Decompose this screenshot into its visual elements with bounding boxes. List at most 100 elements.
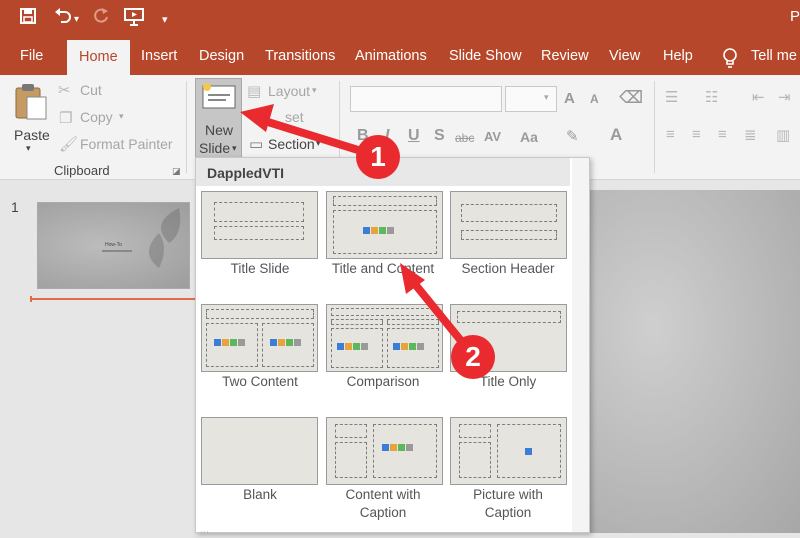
decrease-font-size-icon[interactable]: A xyxy=(590,92,599,106)
tab-review[interactable]: Review xyxy=(541,38,589,75)
increase-font-size-icon[interactable]: A xyxy=(564,90,575,107)
clear-formatting-icon[interactable]: ⌫ xyxy=(619,88,643,108)
font-name-box[interactable] xyxy=(350,86,502,112)
new-slide-label-line2: Slide xyxy=(199,140,231,156)
slide-thumbnail[interactable]: How-To xyxy=(37,202,190,289)
format-painter-button[interactable]: Format Painter xyxy=(80,136,173,152)
align-left-icon[interactable]: ≡ xyxy=(666,126,675,143)
undo-dropdown-icon[interactable]: ▾ xyxy=(74,10,79,30)
redo-icon xyxy=(93,8,109,29)
layout-picture-with-caption[interactable] xyxy=(450,417,567,485)
save-icon[interactable] xyxy=(20,8,36,29)
layout-two-content[interactable] xyxy=(201,304,318,372)
format-painter-icon: 🖌 xyxy=(59,136,79,153)
new-slide-gallery: DappledVTI Title Slide Title and Content… xyxy=(195,157,590,537)
bullets-icon[interactable]: ☰ xyxy=(665,88,678,106)
layout-comparison[interactable] xyxy=(326,304,443,372)
step-1-badge: 1 xyxy=(356,135,400,179)
new-slide-button[interactable]: New Slide ▾ xyxy=(195,78,242,158)
reset-icon: ⟲ xyxy=(247,109,260,126)
reset-button[interactable]: set xyxy=(285,109,304,125)
cut-icon: ✂ xyxy=(58,82,71,99)
present-from-start-icon[interactable] xyxy=(124,8,144,31)
ribbon-tabs: File Home Insert Design Transitions Anim… xyxy=(0,38,800,75)
layout-picture-with-caption-label-line1: Picture with xyxy=(473,487,543,502)
columns-icon[interactable]: ▥ xyxy=(776,126,790,144)
change-case-icon[interactable]: Aa xyxy=(520,129,538,145)
leaf-decoration xyxy=(149,208,181,268)
numbering-icon[interactable]: ☷ xyxy=(705,88,718,106)
layout-section-header[interactable] xyxy=(450,191,567,259)
layout-blank-label: Blank xyxy=(243,487,277,502)
undo-icon[interactable] xyxy=(54,8,72,29)
section-button[interactable]: Section xyxy=(268,136,315,152)
tab-file[interactable]: File xyxy=(20,38,43,75)
layout-two-content-label: Two Content xyxy=(222,374,298,389)
tell-me-search[interactable]: Tell me xyxy=(751,38,797,75)
theme-name: DappledVTI xyxy=(207,165,285,181)
clipboard-group-label: Clipboard xyxy=(54,163,110,178)
layout-picture-with-caption-label-line2: Caption xyxy=(484,505,532,520)
paste-icon xyxy=(15,84,47,120)
decrease-indent-icon[interactable]: ⇤ xyxy=(752,88,765,106)
layout-comparison-label: Comparison xyxy=(346,374,420,389)
copy-dropdown-icon: ▾ xyxy=(119,111,124,121)
new-slide-icon xyxy=(202,83,236,109)
font-size-box[interactable] xyxy=(505,86,557,112)
align-right-icon[interactable]: ≡ xyxy=(718,126,727,143)
strikethrough-icon[interactable]: abc xyxy=(455,131,474,145)
align-center-icon[interactable]: ≡ xyxy=(692,126,701,143)
clipboard-launcher-icon[interactable]: ◪ xyxy=(172,166,181,177)
paste-button[interactable]: Paste ▾ xyxy=(10,81,52,159)
layout-content-with-caption-label-line2: Caption xyxy=(359,505,407,520)
layout-content-with-caption[interactable] xyxy=(326,417,443,485)
layout-icon: ▤ xyxy=(247,83,262,100)
window-title-fragment: P xyxy=(789,8,800,25)
slide-thumbnail-title: How-To xyxy=(105,242,122,248)
underline-icon[interactable]: U xyxy=(408,127,420,145)
layout-title-slide-label: Title Slide xyxy=(230,261,290,276)
justify-icon[interactable]: ≣ xyxy=(744,126,757,144)
character-spacing-icon[interactable]: AV xyxy=(484,129,501,144)
shadow-icon[interactable]: S xyxy=(434,127,445,145)
slide-number: 1 xyxy=(11,199,19,215)
slide-canvas[interactable] xyxy=(590,190,800,533)
layout-blank[interactable] xyxy=(201,417,318,485)
quick-access-toolbar: ▾ ▾ P xyxy=(0,0,800,38)
layout-button[interactable]: Layout xyxy=(268,83,310,99)
tab-animations[interactable]: Animations xyxy=(355,38,427,75)
new-slide-dropdown-icon: ▾ xyxy=(232,143,237,153)
layout-section-header-label: Section Header xyxy=(461,261,555,276)
gallery-scrollbar[interactable] xyxy=(572,158,589,532)
tab-home[interactable]: Home xyxy=(67,40,130,75)
font-size-dropdown-icon: ▾ xyxy=(544,92,549,102)
tab-slide-show[interactable]: Slide Show xyxy=(449,38,522,75)
content-placeholder-icons xyxy=(363,227,395,236)
new-slide-label-line1: New xyxy=(205,122,234,138)
highlight-icon[interactable]: ✎ xyxy=(566,127,579,145)
increase-indent-icon[interactable]: ⇥ xyxy=(778,88,791,106)
paste-label: Paste xyxy=(14,127,50,143)
tab-transitions[interactable]: Transitions xyxy=(265,38,335,75)
paste-dropdown-icon: ▾ xyxy=(26,143,31,153)
tab-view[interactable]: View xyxy=(609,38,640,75)
step-2-badge: 2 xyxy=(451,335,495,379)
section-icon: ▭ xyxy=(249,136,264,153)
tab-design[interactable]: Design xyxy=(199,38,244,75)
insertion-line xyxy=(30,296,196,302)
layout-title-slide[interactable] xyxy=(201,191,318,259)
tab-help[interactable]: Help xyxy=(663,38,693,75)
layout-content-with-caption-label-line1: Content with xyxy=(345,487,421,502)
tab-insert[interactable]: Insert xyxy=(141,38,177,75)
cut-button[interactable]: Cut xyxy=(80,82,102,98)
layout-title-and-content-label: Title and Content xyxy=(331,261,435,276)
font-color-icon[interactable]: A xyxy=(610,125,622,145)
layout-title-and-content[interactable] xyxy=(326,191,443,259)
customize-qat-icon[interactable]: ▾ xyxy=(162,10,168,30)
slide-thumbnail-subtitle xyxy=(102,250,132,252)
copy-icon: ❐ xyxy=(59,110,73,127)
layout-dropdown-icon: ▾ xyxy=(312,85,317,95)
copy-button[interactable]: Copy xyxy=(80,109,113,125)
section-dropdown-icon: ▾ xyxy=(316,138,321,148)
lightbulb-icon xyxy=(723,48,737,68)
